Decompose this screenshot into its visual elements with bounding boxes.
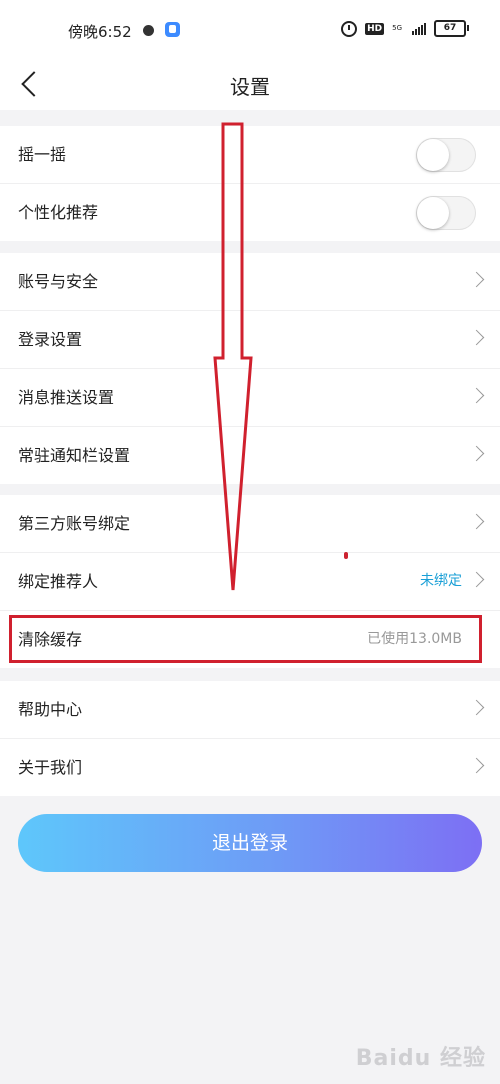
- watermark: Baidu 经验: [355, 1046, 486, 1071]
- annotation-dot: [344, 552, 348, 559]
- logout-button[interactable]: 退出登录: [18, 814, 482, 872]
- annotation-arrow-shape: [213, 122, 253, 591]
- annotation-arrow: [213, 122, 253, 591]
